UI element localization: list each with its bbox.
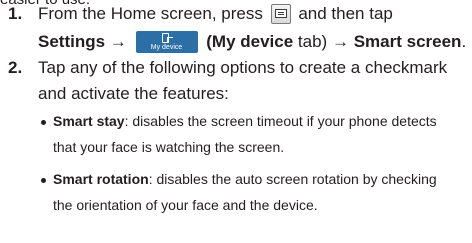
step-number: 2. xyxy=(8,58,23,77)
bullet-desc: : disables the auto screen rotation by c… xyxy=(148,171,437,187)
bullet-2-line-2: the orientation of your face and the dev… xyxy=(53,197,318,213)
arrow-icon: → xyxy=(331,32,349,51)
step-2-line-2: and activate the features: xyxy=(38,84,229,103)
settings-label: Settings xyxy=(38,32,106,51)
tab-icon-label: My device xyxy=(150,44,183,51)
my-device-label: (My device xyxy=(206,32,294,51)
step-1-line-2: Settings → My device (My device tab) → S… xyxy=(38,31,466,53)
tab-word: tab) xyxy=(293,32,328,51)
bullet-2-line-1: Smart rotation: disables the auto screen… xyxy=(53,171,437,188)
menu-key-icon xyxy=(270,4,291,24)
step-number: 1. xyxy=(8,4,23,23)
bullet-dot xyxy=(41,120,46,125)
step-1-text-a: From the Home screen, press xyxy=(38,4,263,23)
bullet-1-line-1: Smart stay: disables the screen timeout … xyxy=(53,113,437,130)
step-2-line-1: Tap any of the following options to crea… xyxy=(38,58,448,77)
my-device-tab-icon: My device xyxy=(135,31,198,53)
phone-settings-icon xyxy=(161,33,173,43)
arrow-icon: → xyxy=(109,32,127,51)
bullet-term: Smart rotation xyxy=(53,171,149,187)
step-1-text-b: and then tap xyxy=(298,4,393,23)
bullet-dot xyxy=(41,178,46,183)
smart-screen-label: Smart screen xyxy=(353,32,462,51)
step-1-line-1: From the Home screen, press and then tap xyxy=(38,4,393,24)
bullet-desc: : disables the screen timeout if your ph… xyxy=(124,113,437,129)
bullet-1-line-2: that your face is watching the screen. xyxy=(53,139,285,155)
bullet-term: Smart stay xyxy=(53,113,125,129)
step-1-end: . xyxy=(461,32,467,51)
